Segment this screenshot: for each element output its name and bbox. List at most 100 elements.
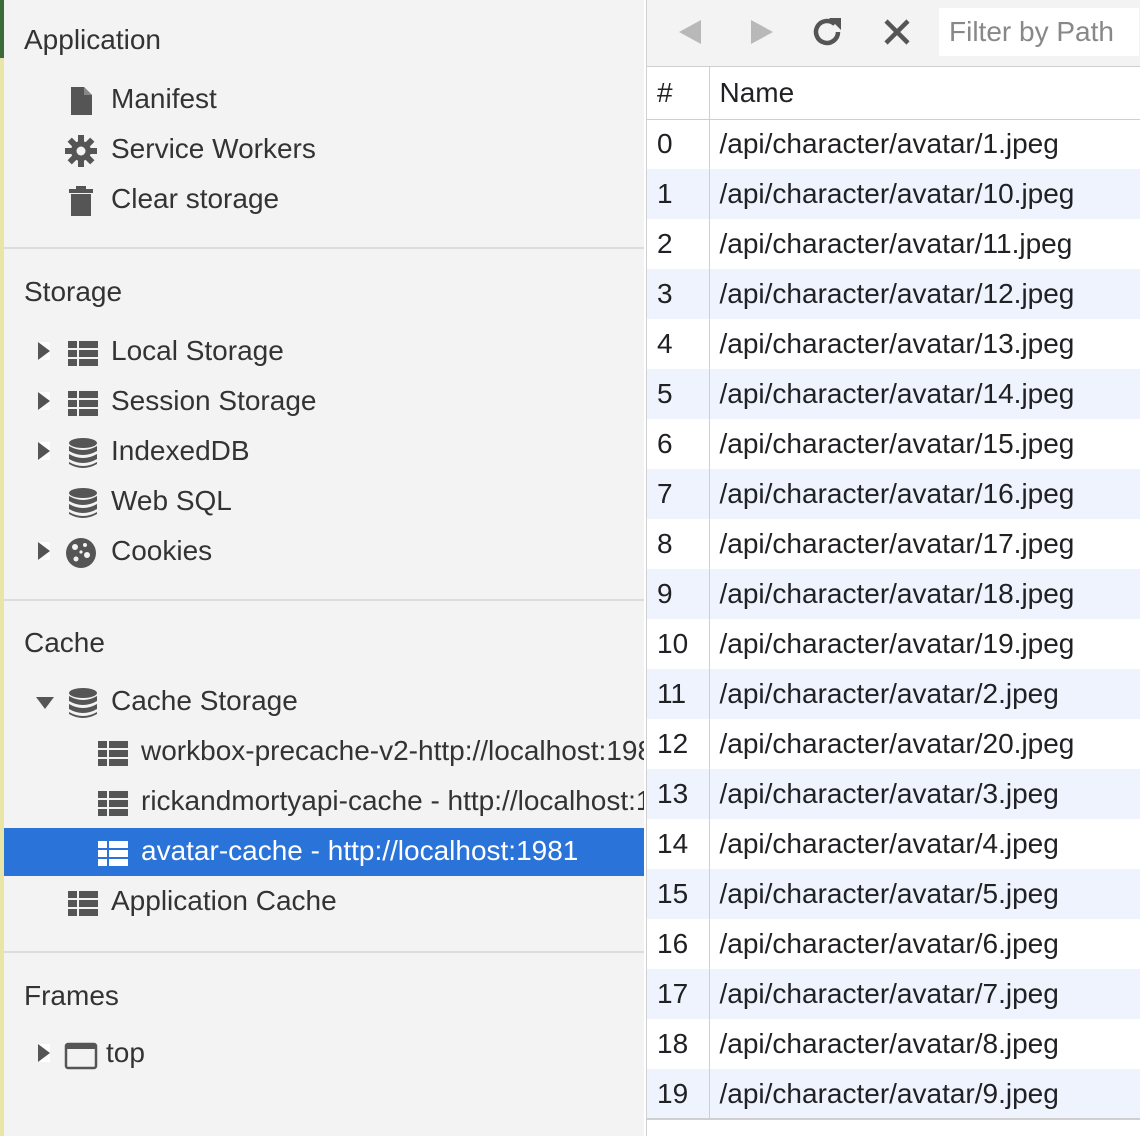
- table-row[interactable]: 13/api/character/avatar/3.jpeg: [647, 769, 1140, 819]
- sidebar-item-label: Local Storage: [111, 335, 284, 366]
- row-number: 4: [647, 319, 710, 369]
- table-header-row: # Name: [647, 67, 1140, 120]
- frame-icon: [64, 1042, 98, 1070]
- filter-by-path-input[interactable]: [939, 8, 1139, 56]
- grid-icon: [98, 741, 128, 766]
- cache-toolbar: [647, 0, 1140, 67]
- sidebar-item-cache-workbox-precache[interactable]: workbox-precache-v2-http://localhost:198…: [4, 728, 644, 776]
- sidebar: Application Manifest Service Workers Cle…: [0, 0, 644, 1136]
- row-name: /api/character/avatar/14.jpeg: [709, 369, 1140, 419]
- table-row[interactable]: 1/api/character/avatar/10.jpeg: [647, 169, 1140, 219]
- expand-arrow-icon[interactable]: [38, 1044, 50, 1062]
- sidebar-item-frame-top[interactable]: top: [4, 1030, 644, 1078]
- expand-arrow-icon[interactable]: [38, 542, 50, 560]
- table-row[interactable]: 4/api/character/avatar/13.jpeg: [647, 319, 1140, 369]
- table-row[interactable]: 11/api/character/avatar/2.jpeg: [647, 669, 1140, 719]
- section-divider: [4, 247, 644, 249]
- grid-icon: [98, 841, 128, 866]
- section-title-cache: Cache: [24, 627, 105, 658]
- sidebar-item-service-workers[interactable]: Service Workers: [4, 126, 644, 174]
- sidebar-item-cache-storage[interactable]: Cache Storage: [4, 678, 644, 726]
- grid-icon: [68, 391, 98, 416]
- expand-arrow-icon[interactable]: [38, 342, 50, 360]
- table-row[interactable]: 9/api/character/avatar/18.jpeg: [647, 569, 1140, 619]
- row-number: 15: [647, 869, 710, 919]
- sidebar-item-clear-storage[interactable]: Clear storage: [4, 176, 644, 224]
- sidebar-item-label: rickandmortyapi-cache - http://localhost…: [141, 785, 644, 816]
- row-number: 11: [647, 669, 710, 719]
- table-row[interactable]: 2/api/character/avatar/11.jpeg: [647, 219, 1140, 269]
- sidebar-item-application-cache[interactable]: Application Cache: [4, 878, 644, 926]
- sidebar-item-session-storage[interactable]: Session Storage: [4, 378, 644, 426]
- table-row[interactable]: 16/api/character/avatar/6.jpeg: [647, 919, 1140, 969]
- row-number: 2: [647, 219, 710, 269]
- row-name: /api/character/avatar/8.jpeg: [709, 1019, 1140, 1069]
- grid-icon: [68, 341, 98, 366]
- table-row[interactable]: 8/api/character/avatar/17.jpeg: [647, 519, 1140, 569]
- back-arrow-icon[interactable]: [671, 12, 711, 52]
- table-row[interactable]: 7/api/character/avatar/16.jpeg: [647, 469, 1140, 519]
- sidebar-item-label: Cache Storage: [111, 685, 298, 716]
- database-icon: [69, 488, 97, 518]
- column-header-number[interactable]: #: [647, 67, 710, 120]
- close-icon[interactable]: [877, 12, 917, 52]
- sidebar-item-label: IndexedDB: [111, 435, 250, 466]
- sidebar-item-label: Cookies: [111, 535, 213, 566]
- table-row[interactable]: 19/api/character/avatar/9.jpeg: [647, 1069, 1140, 1119]
- section-title-frames: Frames: [24, 980, 119, 1011]
- row-number: 18: [647, 1019, 710, 1069]
- row-number: 12: [647, 719, 710, 769]
- document-icon: [71, 87, 92, 115]
- column-header-name[interactable]: Name: [709, 67, 1140, 120]
- table-row[interactable]: 12/api/character/avatar/20.jpeg: [647, 719, 1140, 769]
- refresh-icon[interactable]: [807, 12, 847, 52]
- sidebar-item-label: Clear storage: [111, 183, 280, 214]
- sidebar-item-label: Service Workers: [111, 133, 316, 164]
- expand-arrow-icon[interactable]: [38, 392, 50, 410]
- row-number: 1: [647, 169, 710, 219]
- forward-arrow-icon[interactable]: [741, 12, 781, 52]
- table-row[interactable]: 14/api/character/avatar/4.jpeg: [647, 819, 1140, 869]
- sidebar-item-cache-avatar[interactable]: avatar-cache - http://localhost:1981: [4, 828, 644, 876]
- section-divider: [4, 951, 644, 953]
- row-name: /api/character/avatar/15.jpeg: [709, 419, 1140, 469]
- row-number: 14: [647, 819, 710, 869]
- row-name: /api/character/avatar/7.jpeg: [709, 969, 1140, 1019]
- row-number: 10: [647, 619, 710, 669]
- row-name: /api/character/avatar/2.jpeg: [709, 669, 1140, 719]
- expand-arrow-icon[interactable]: [38, 442, 50, 460]
- row-number: 0: [647, 119, 710, 169]
- table-row[interactable]: 10/api/character/avatar/19.jpeg: [647, 619, 1140, 669]
- sidebar-item-label: Web SQL: [111, 485, 232, 516]
- gear-icon: [65, 135, 97, 167]
- row-name: /api/character/avatar/16.jpeg: [709, 469, 1140, 519]
- cache-entries-table: # Name 0/api/character/avatar/1.jpeg 1/a…: [647, 67, 1140, 1119]
- sidebar-item-manifest[interactable]: Manifest: [4, 76, 644, 124]
- row-name: /api/character/avatar/4.jpeg: [709, 819, 1140, 869]
- section-title-application: Application: [24, 24, 161, 55]
- table-row[interactable]: 0/api/character/avatar/1.jpeg: [647, 119, 1140, 169]
- table-row[interactable]: 17/api/character/avatar/7.jpeg: [647, 969, 1140, 1019]
- row-number: 7: [647, 469, 710, 519]
- sidebar-item-cookies[interactable]: Cookies: [4, 528, 644, 576]
- grid-icon: [98, 791, 128, 816]
- cache-entries-panel: # Name 0/api/character/avatar/1.jpeg 1/a…: [646, 0, 1140, 1136]
- sidebar-item-cache-rickandmortyapi[interactable]: rickandmortyapi-cache - http://localhost…: [4, 778, 644, 826]
- row-name: /api/character/avatar/18.jpeg: [709, 569, 1140, 619]
- section-title-storage: Storage: [24, 276, 123, 307]
- row-number: 9: [647, 569, 710, 619]
- collapse-arrow-icon[interactable]: [36, 697, 54, 709]
- row-name: /api/character/avatar/3.jpeg: [709, 769, 1140, 819]
- sidebar-item-local-storage[interactable]: Local Storage: [4, 328, 644, 376]
- sidebar-item-web-sql[interactable]: Web SQL: [4, 478, 644, 526]
- table-row[interactable]: 3/api/character/avatar/12.jpeg: [647, 269, 1140, 319]
- table-row[interactable]: 5/api/character/avatar/14.jpeg: [647, 369, 1140, 419]
- row-name: /api/character/avatar/13.jpeg: [709, 319, 1140, 369]
- table-row[interactable]: 18/api/character/avatar/8.jpeg: [647, 1019, 1140, 1069]
- table-row[interactable]: 6/api/character/avatar/15.jpeg: [647, 419, 1140, 469]
- table-row[interactable]: 15/api/character/avatar/5.jpeg: [647, 869, 1140, 919]
- sidebar-item-label: Session Storage: [111, 385, 317, 416]
- row-number: 17: [647, 969, 710, 1019]
- sidebar-item-label: workbox-precache-v2-http://localhost:198…: [141, 735, 644, 766]
- sidebar-item-indexeddb[interactable]: IndexedDB: [4, 428, 644, 476]
